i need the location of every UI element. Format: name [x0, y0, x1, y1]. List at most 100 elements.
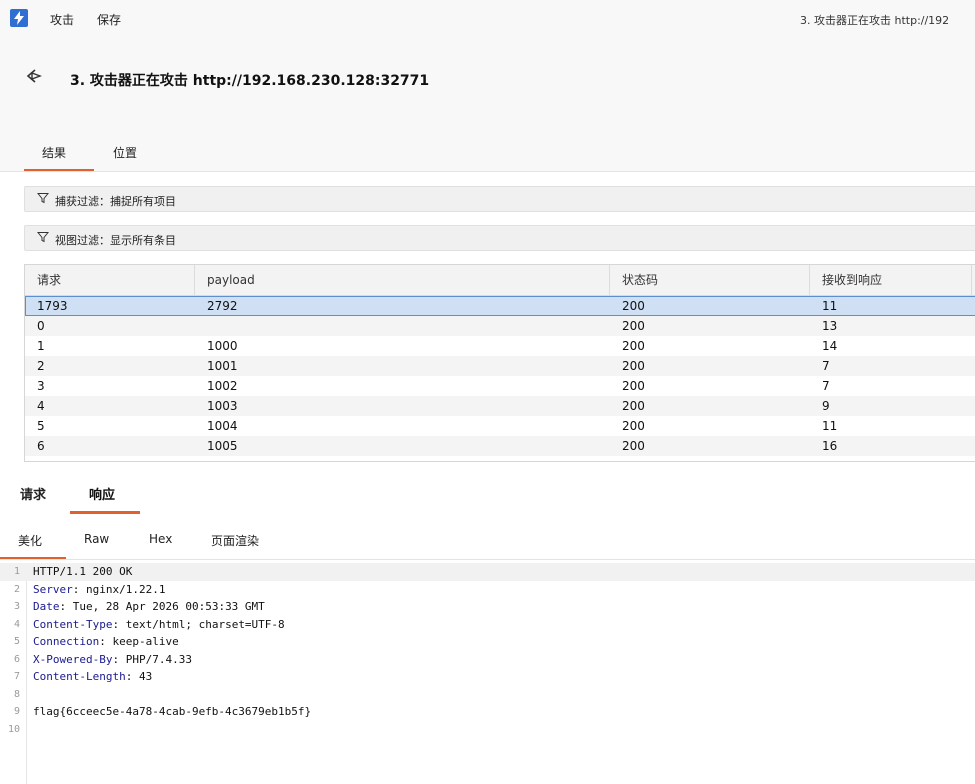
table-cell: 2	[37, 359, 45, 373]
table-cell: 200	[622, 399, 645, 413]
menu-save[interactable]: 保存	[97, 11, 121, 28]
column-header-payload[interactable]: payload	[195, 265, 610, 296]
response-editor[interactable]: 1 HTTP/1.1 200 OK 2 Server: nginx/1.22.1 3 Da…	[0, 563, 975, 784]
table-row[interactable]: 1 1000 200 14	[25, 336, 975, 356]
table-cell: 14	[822, 339, 838, 353]
code-text: X-Powered-By: PHP/7.4.33	[33, 651, 192, 669]
window-title: 3. 攻击器正在攻击 http://192	[800, 14, 950, 27]
table-cell: 200	[622, 319, 645, 333]
table-header: 请求 payload 状态码 接收到响应	[25, 265, 975, 296]
table-cell: 16	[822, 439, 838, 453]
table-cell: 200	[622, 359, 645, 373]
table-cell: 13	[822, 319, 838, 333]
table-cell: 1793	[37, 299, 68, 313]
tab-hex[interactable]: Hex	[149, 532, 172, 546]
code-line: 10	[0, 721, 975, 739]
table-cell: 5	[37, 419, 45, 433]
column-header-received[interactable]: 接收到响应	[810, 265, 972, 296]
header-value: flag{6cceec5e-4a78-4cab-9efb-4c3679eb1b5…	[33, 705, 312, 718]
header-value: : 43	[125, 670, 153, 683]
code-text: Content-Type: text/html; charset=UTF-8	[33, 616, 285, 634]
table-row[interactable]: 1793 2792 200 11	[25, 296, 975, 316]
table-cell: 2792	[207, 299, 238, 313]
code-line: 7 Content-Length: 43	[0, 668, 975, 686]
table-cell: 0	[37, 319, 45, 333]
column-header-status[interactable]: 状态码	[610, 265, 810, 296]
line-number: 3	[13, 601, 20, 612]
view-filter-label: 视图过滤：显示所有条目	[55, 234, 176, 247]
header-value: : text/html; charset=UTF-8	[112, 617, 285, 631]
menu-attack[interactable]: 攻击	[50, 11, 74, 28]
tab-pretty[interactable]: 美化	[18, 532, 42, 549]
table-cell: 1005	[207, 439, 238, 453]
header-name: Content-Length	[33, 670, 126, 683]
tab-raw[interactable]: Raw	[84, 532, 109, 546]
code-line: 5 Connection: keep-alive	[0, 633, 975, 651]
table-cell: 200	[622, 339, 645, 353]
table-cell: 1004	[207, 419, 238, 433]
line-number: 4	[13, 618, 20, 630]
line-number: 6	[13, 653, 20, 665]
request-response-tabs: 请求 响应	[0, 476, 975, 516]
table-cell: 7	[822, 379, 830, 393]
code-line: 1 HTTP/1.1 200 OK	[0, 563, 975, 581]
table-cell: 9	[822, 399, 830, 413]
divider	[0, 559, 975, 560]
column-header-request[interactable]: 请求	[25, 265, 195, 296]
line-number: 5	[13, 636, 20, 647]
code-line: 6 X-Powered-By: PHP/7.4.33	[0, 651, 975, 669]
table-row[interactable]: 5 1004 200 11	[25, 416, 975, 436]
tab-positions[interactable]: 位置	[113, 144, 137, 161]
tab-render[interactable]: 页面渲染	[211, 532, 259, 549]
header-name: Content-Type	[33, 617, 113, 631]
tab-request[interactable]: 请求	[20, 484, 46, 503]
line-number: 2	[13, 583, 20, 595]
filter-icon	[37, 193, 49, 204]
page-title: 3. 攻击器正在攻击 http://192.168.230.128:32771	[70, 73, 430, 89]
capture-filter-bar[interactable]: 捕获过滤：捕捉所有项目	[24, 186, 975, 212]
line-number: 10	[7, 723, 20, 735]
table-cell: 11	[822, 299, 838, 313]
divider	[0, 171, 975, 172]
line-number: 7	[13, 671, 20, 682]
table-cell: 1002	[207, 379, 238, 393]
table-cell: 1003	[207, 399, 238, 413]
table-row[interactable]: 4 1003 200 9	[25, 396, 975, 416]
header-value: : keep-alive	[99, 635, 179, 648]
table-row[interactable]: 3 1002 200 7	[25, 376, 975, 396]
table-row[interactable]: 0 200 13	[25, 316, 975, 336]
filter-icon	[37, 232, 49, 243]
table-cell: 6	[37, 439, 45, 453]
table-cell: 1	[37, 339, 45, 353]
burp-lightning-icon[interactable]	[10, 9, 28, 27]
line-number: 9	[13, 706, 20, 717]
back-arrow-icon[interactable]	[26, 68, 42, 84]
line-number: 8	[13, 688, 20, 700]
code-line: 2 Server: nginx/1.22.1	[0, 581, 975, 599]
header-name: Date	[33, 600, 60, 613]
table-cell: 3	[37, 379, 45, 393]
tab-response[interactable]: 响应	[89, 484, 115, 503]
table-row[interactable]: 6 1005 200 16	[25, 436, 975, 456]
code-text: Date: Tue, 28 Apr 2026 00:53:33 GMT	[33, 598, 265, 616]
table-row[interactable]: 2 1001 200 7	[25, 356, 975, 376]
header-name: Server	[33, 582, 73, 596]
table-cell: 200	[622, 299, 645, 313]
header-value: : Tue, 28 Apr 2026 00:53:33 GMT	[59, 600, 265, 613]
header-name: X-Powered-By	[33, 652, 113, 666]
menu-bar: 攻击 保存 3. 攻击器正在攻击 http://192	[0, 0, 975, 38]
code-text: HTTP/1.1 200 OK	[33, 563, 132, 581]
view-filter-bar[interactable]: 视图过滤：显示所有条目	[24, 225, 975, 251]
code-text: flag{6cceec5e-4a78-4cab-9efb-4c3679eb1b5…	[33, 703, 311, 721]
tab-results[interactable]: 结果	[42, 144, 66, 161]
attack-header: 3. 攻击器正在攻击 http://192.168.230.128:32771 …	[0, 38, 975, 172]
header-value: : PHP/7.4.33	[112, 652, 192, 666]
table-cell	[195, 316, 207, 336]
header-name: Connection	[33, 635, 100, 648]
table-cell: 1001	[207, 359, 238, 373]
table-cell: 4	[37, 399, 45, 413]
code-text: Content-Length: 43	[33, 668, 152, 686]
code-line: 9 flag{6cceec5e-4a78-4cab-9efb-4c3679eb1b…	[0, 703, 975, 721]
table-cell: 200	[622, 379, 645, 393]
view-mode-tabs: 美化 Raw Hex 页面渲染	[0, 522, 975, 560]
